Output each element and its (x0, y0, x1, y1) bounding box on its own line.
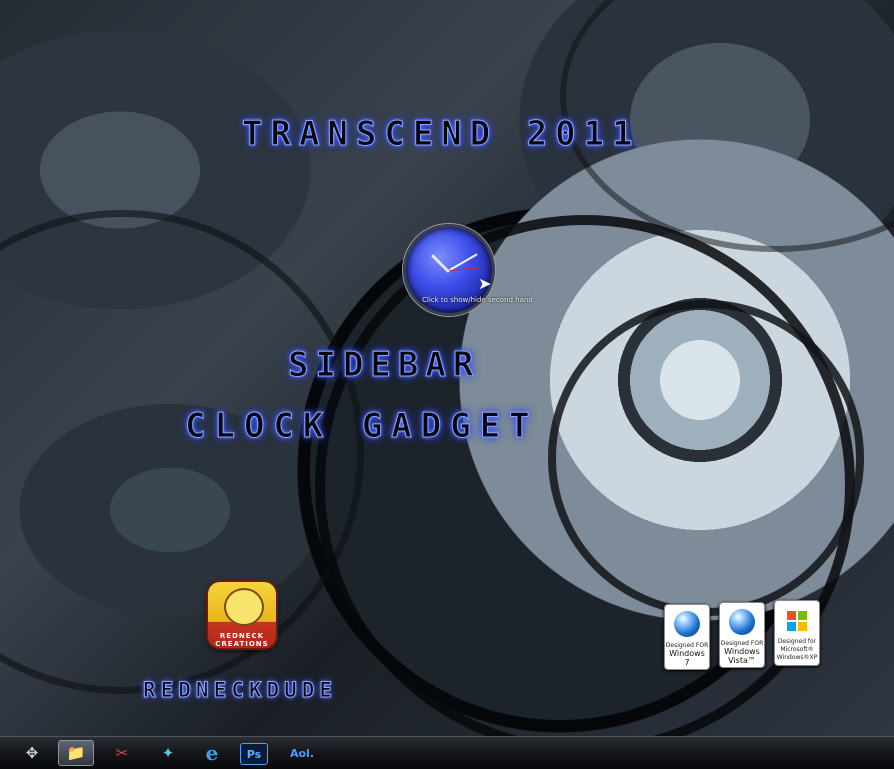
clock-gadget[interactable]: ➤ Click to show/hide second hand (400, 224, 533, 316)
cartoon-face-icon (224, 588, 264, 626)
logo-text: REDNECK CREATIONS (215, 632, 269, 648)
paint-icon[interactable]: ✂ (104, 740, 140, 766)
photoshop-icon[interactable]: Ps (240, 743, 268, 765)
headline-text: TRANSCEND 2011 (242, 114, 641, 155)
mouse-cursor-icon: ➤ (478, 274, 492, 293)
badge-line1: Designed for (777, 638, 817, 645)
badge-line2: Windows (669, 649, 705, 658)
gadget-caption: Click to show/hide second hand (422, 296, 533, 304)
start-orb-icon[interactable]: ✥ (14, 740, 50, 766)
windows-orb-icon (729, 609, 755, 635)
badge-line1: Designed FOR (665, 642, 709, 649)
internet-explorer-icon[interactable]: e (194, 740, 230, 766)
desktop-wallpaper: TRANSCEND 2011 SIDEBAR CLOCK GADGET ➤ Cl… (0, 0, 894, 736)
gadget-tool-icon[interactable]: ✦ (150, 740, 186, 766)
badge-line3: Vista™ (728, 656, 756, 665)
signature-text: REDNECKDUDE (142, 678, 338, 703)
windows-orb-icon (674, 611, 700, 637)
badge-line3: Windows®XP (776, 654, 818, 661)
explorer-icon[interactable]: 📁 (58, 740, 94, 766)
badge-line1: Designed FOR (720, 640, 764, 647)
windows-flag-icon (787, 611, 807, 631)
badge-line2: Microsoft® (780, 646, 814, 653)
taskbar: ✥ 📁 ✂ ✦ e Ps Aol. (0, 736, 894, 769)
wallpaper-swirl (0, 210, 364, 694)
windows-xp-badge: Designed for Microsoft® Windows®XP (774, 600, 820, 666)
wallpaper-swirl (548, 300, 864, 616)
windows-vista-badge: Designed FOR Windows Vista™ (719, 602, 765, 668)
subtitle-clock-gadget: CLOCK GADGET (185, 406, 539, 447)
badge-line2: Windows (724, 647, 760, 656)
aol-icon[interactable]: Aol. (284, 740, 320, 766)
subtitle-sidebar: SIDEBAR (287, 345, 481, 386)
badge-line3: 7 (684, 658, 690, 667)
windows-7-badge: Designed FOR Windows 7 (664, 604, 710, 670)
hour-hand (430, 254, 450, 274)
redneck-creations-logo: REDNECK CREATIONS (208, 582, 276, 648)
